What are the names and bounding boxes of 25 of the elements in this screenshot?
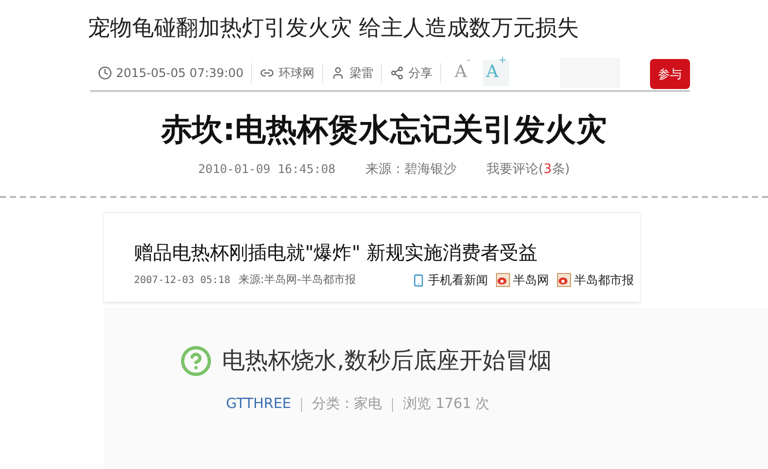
share-link[interactable]: 手机看新闻	[428, 271, 488, 289]
question-title: 电热杯烧水,数秒后底座开始冒烟	[222, 346, 552, 376]
comment-link[interactable]: 我要评论(3条)	[486, 160, 570, 180]
toolbar-label[interactable]: 分享	[408, 64, 432, 82]
share-link[interactable]: 半岛网	[513, 271, 549, 289]
question-icon	[180, 344, 212, 377]
share-link[interactable]: 半岛都市报	[574, 271, 634, 289]
toolbar-label[interactable]: 梁雷	[349, 64, 374, 82]
toolbar-label: 2015-05-05 07:39:00	[116, 65, 244, 82]
clock-icon	[98, 66, 112, 80]
share-icon	[390, 66, 404, 80]
question-category: 分类：家电	[312, 395, 382, 414]
user-icon	[331, 66, 346, 80]
news-headline: 赠品电热杯刚插电就"爆炸" 新规实施消费者受益	[134, 240, 539, 266]
view-count: 浏览 1761 次	[403, 395, 490, 414]
news-date: 2007-12-03 05:18	[134, 274, 230, 288]
phone-icon	[412, 274, 425, 286]
join-button[interactable]: 参与	[650, 59, 690, 89]
news-date: 2010-01-09 16:45:08	[198, 161, 336, 178]
news-headline: 赤坎:电热杯煲水忘记关引发火灾	[160, 111, 608, 150]
toolbar-label[interactable]: 环球网	[278, 64, 314, 82]
author-link[interactable]: GTTHREE	[226, 394, 292, 415]
news-source: 来源：碧海银沙	[365, 161, 456, 179]
news-source: 来源:半岛网-半岛都市报	[238, 272, 356, 288]
article-title: 宠物龟碰翻加热灯引发火灾 给主人造成数万元损失	[88, 16, 579, 41]
